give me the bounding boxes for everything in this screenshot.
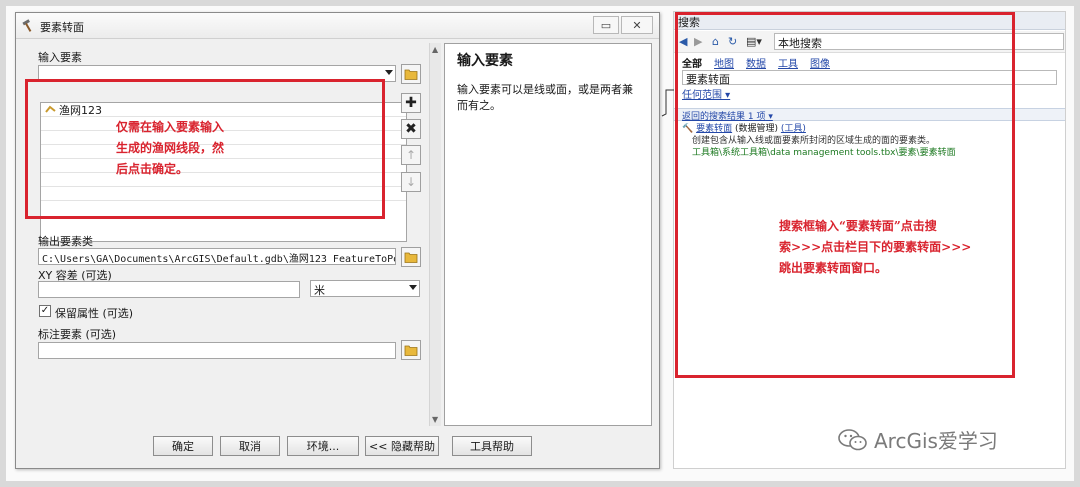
output-feature-class-label: 输出要素类 [38,235,93,248]
tool-help-button[interactable]: 工具帮助 [452,436,532,456]
help-title: 输入要素 [457,53,513,69]
dialog-title: 要素转面 [40,21,84,34]
folder-icon [404,69,418,80]
watermark: ArcGis爱学习 [838,425,998,454]
unit-value: 米 [314,284,325,297]
remove-icon: ✖ [405,121,417,137]
annotation-line: 仅需在输入要素输入 [116,120,225,134]
folder-icon [404,345,418,356]
wechat-icon [838,428,867,450]
connector-bracket [661,89,674,117]
annotation-line: 后点击确定。 [116,162,189,176]
environments-button[interactable]: 环境... [287,436,359,456]
ok-button[interactable]: 确定 [153,436,213,456]
help-body: 输入要素可以是线或面，或是两者兼而有之。 [457,83,633,112]
input-features-label: 输入要素 [38,51,82,64]
label-features-combo[interactable] [38,342,396,359]
output-feature-class-input[interactable]: C:\Users\GA\Documents\ArcGIS\Default.gdb… [38,248,396,265]
arrow-up-icon: ↑ [405,148,417,162]
annotation-line: 搜索框输入“要素转面”点击搜 [779,219,937,233]
close-icon: ✕ [632,18,642,32]
close-button[interactable]: ✕ [621,16,653,34]
check-icon: ✓ [40,305,50,316]
chevron-down-icon [385,70,393,75]
browse-output-button[interactable] [401,247,421,267]
chevron-down-icon [409,285,417,290]
folder-icon [404,252,418,263]
move-up-button[interactable]: ↑ [401,145,421,165]
remove-row-button[interactable]: ✖ [401,119,421,139]
plus-icon: ✚ [405,95,417,111]
add-row-button[interactable]: ✚ [401,93,421,113]
annotation-search-text: 搜索框输入“要素转面”点击搜 索>>>点击栏目下的要素转面>>> 跳出要素转面窗… [779,216,971,279]
annotation-line: 生成的渔网线段，然 [116,141,225,155]
move-down-button[interactable]: ↓ [401,172,421,192]
label-features-label: 标注要素 (可选) [38,328,117,341]
arrow-down-icon: ↓ [405,175,417,189]
maximize-icon: ▭ [600,18,612,32]
parameters-scrollbar[interactable]: ▲ ▼ [429,43,441,426]
scroll-up-icon[interactable]: ▲ [432,45,438,54]
xy-tolerance-unit-select[interactable]: 米 [310,280,420,297]
browse-label-button[interactable] [401,340,421,360]
cancel-button[interactable]: 取消 [220,436,280,456]
annotation-line: 跳出要素转面窗口。 [779,261,888,275]
annotation-box-search [675,12,1015,378]
dialog-titlebar[interactable]: 要素转面 ▭ ✕ [16,13,659,39]
hide-help-button[interactable]: << 隐藏帮助 [365,436,439,456]
xy-tolerance-input[interactable] [38,281,300,298]
browse-input-button[interactable] [401,64,421,84]
annotation-input-text: 仅需在输入要素输入 生成的渔网线段，然 后点击确定。 [116,117,224,180]
dialog-button-bar: 确定 取消 环境... << 隐藏帮助 工具帮助 [16,431,659,469]
help-pane: 输入要素 输入要素可以是线或面，或是两者兼而有之。 [444,43,652,426]
preserve-attributes-label: 保留属性 (可选) [55,307,134,320]
watermark-text: ArcGis爱学习 [874,429,998,453]
scroll-down-icon[interactable]: ▼ [432,415,438,424]
maximize-button[interactable]: ▭ [593,16,619,34]
annotation-line: 索>>>点击栏目下的要素转面>>> [779,240,972,254]
hammer-icon [22,19,32,32]
preserve-attributes-checkbox[interactable]: ✓ [39,305,51,317]
